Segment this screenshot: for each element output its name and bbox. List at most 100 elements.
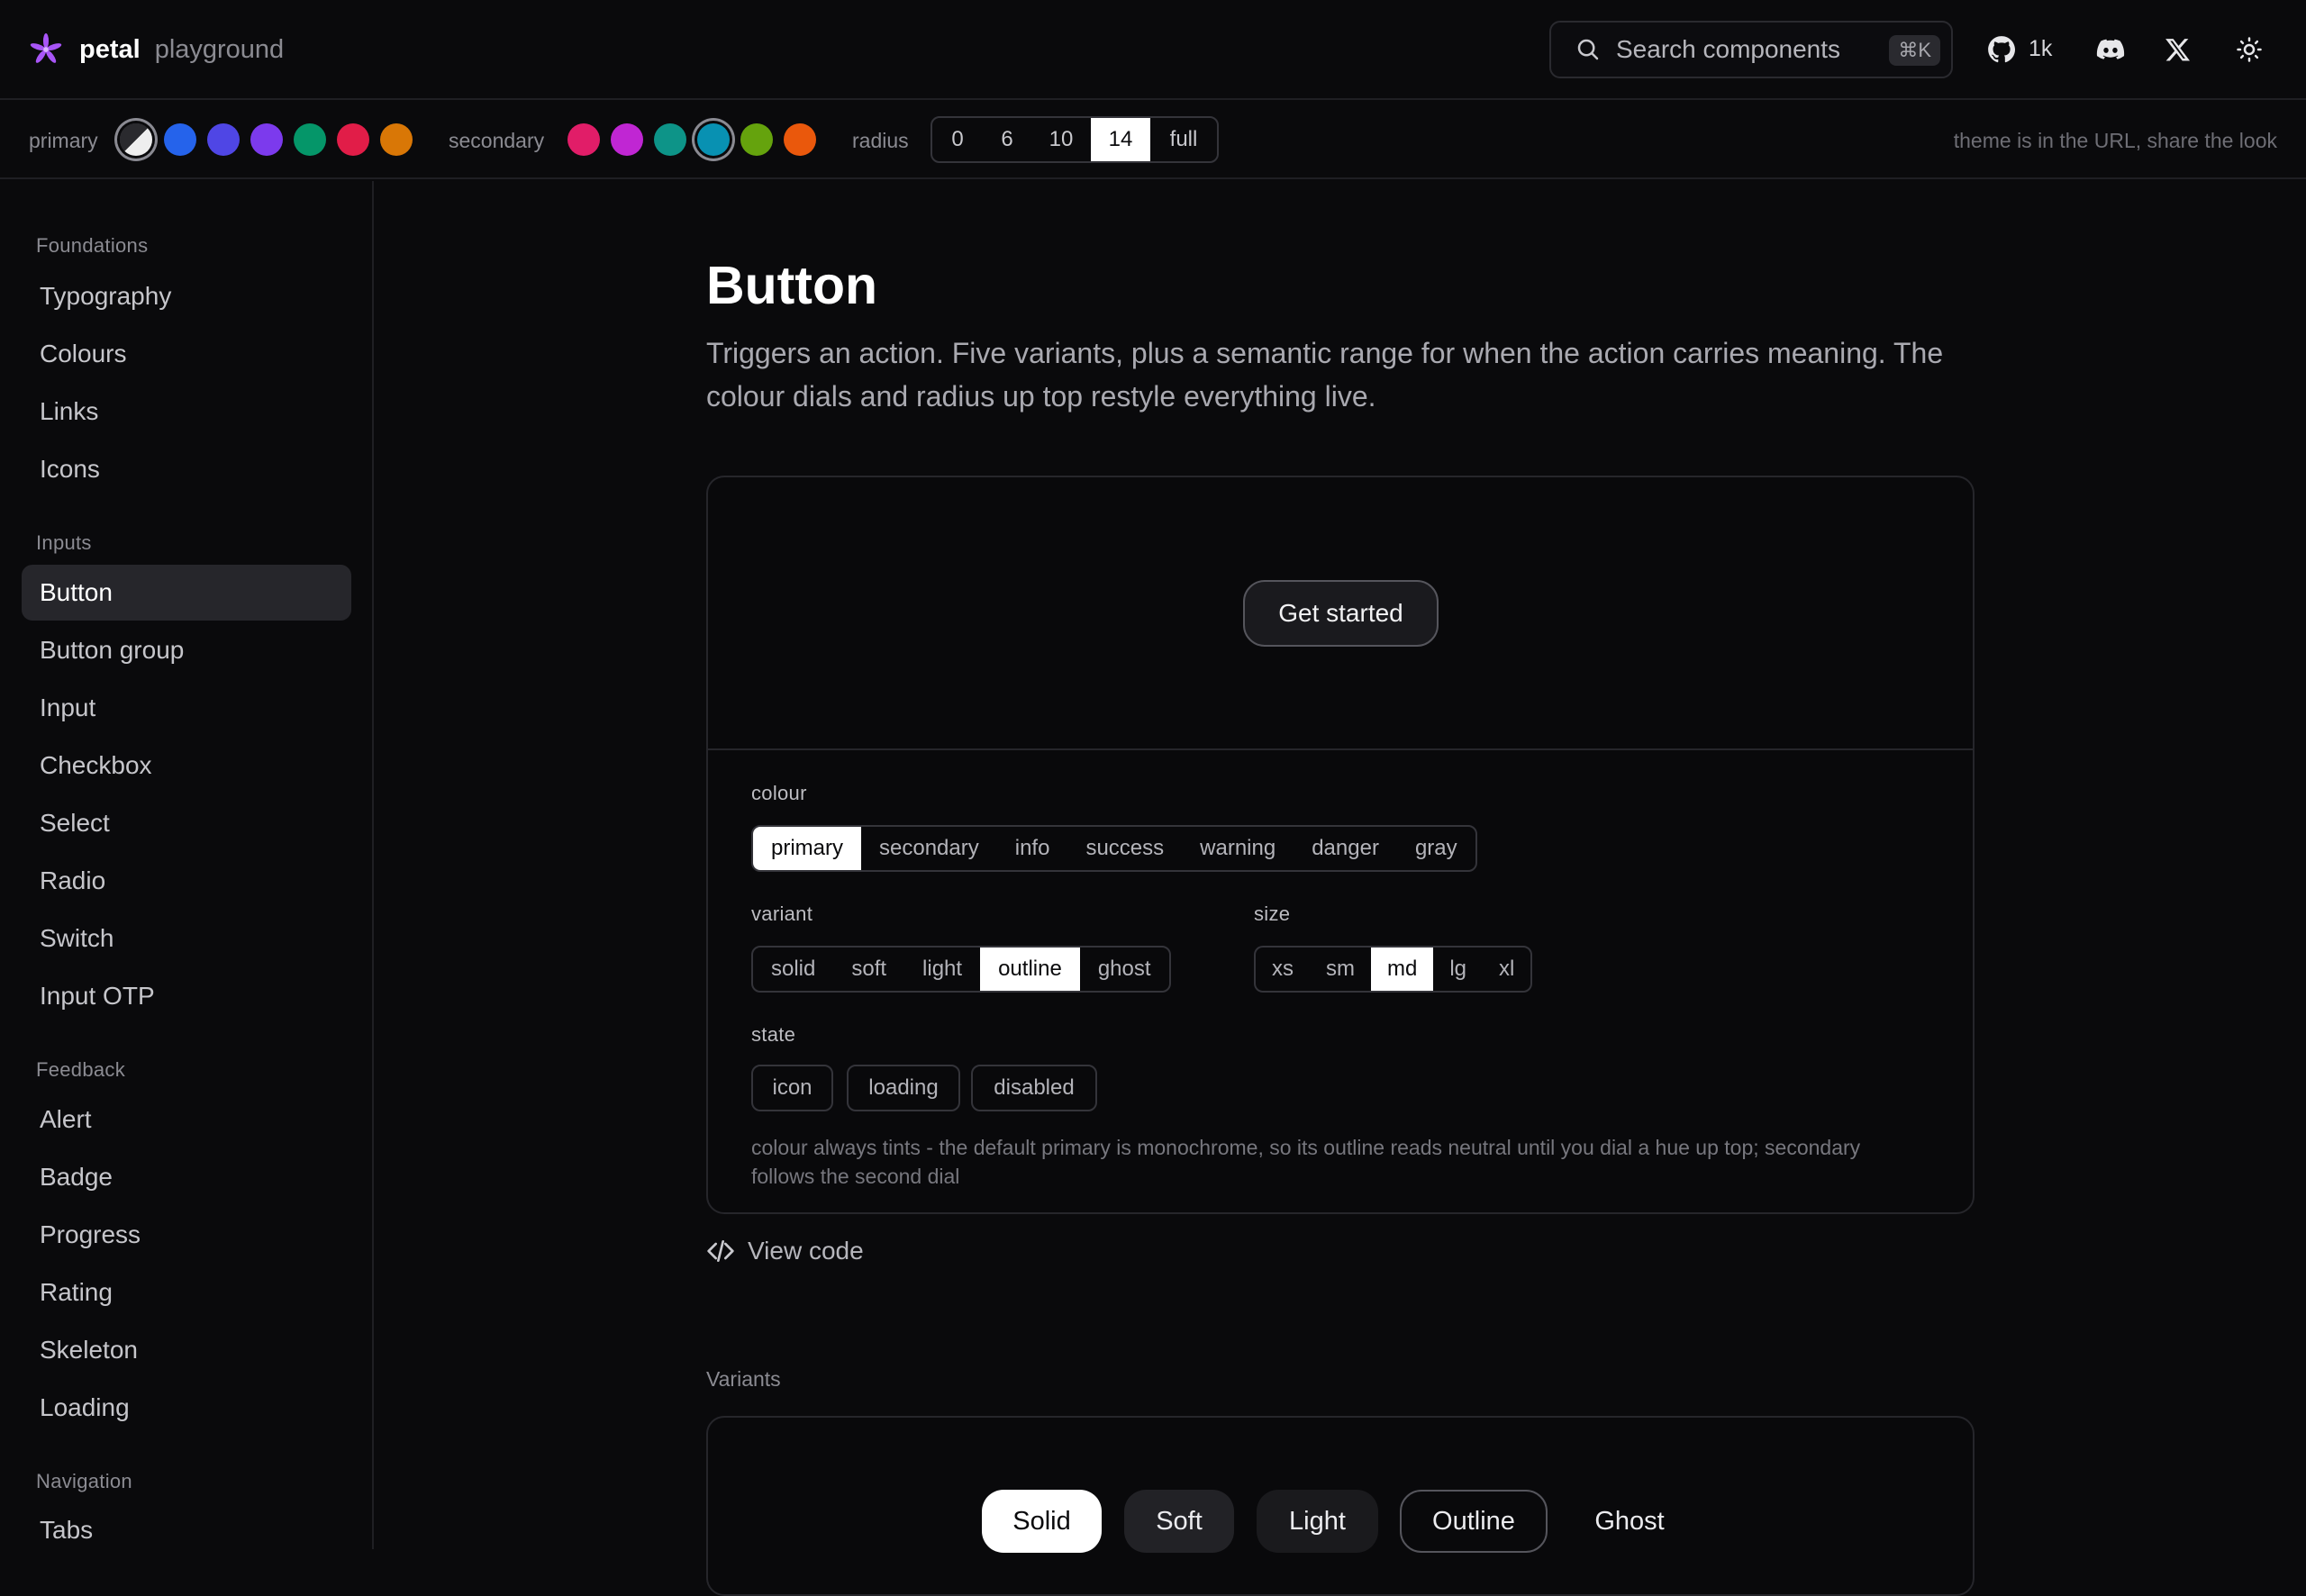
variant-option-ghost[interactable]: ghost (1080, 948, 1169, 991)
secondary-swatch-cyan[interactable] (697, 123, 730, 156)
search-placeholder: Search components (1616, 35, 1841, 63)
brand-subtitle: playground (154, 34, 285, 64)
secondary-label: secondary (449, 129, 545, 152)
state-toggle-disabled[interactable]: disabled (971, 1065, 1097, 1111)
variant-outline-button[interactable]: Outline (1400, 1490, 1548, 1553)
sidebar-item-skeleton[interactable]: Skeleton (22, 1322, 351, 1378)
variants-section-label: Variants (706, 1367, 781, 1391)
search-input[interactable]: Search components ⌘K (1549, 21, 1953, 78)
state-toggle-loading[interactable]: loading (847, 1065, 960, 1111)
github-icon[interactable] (1986, 34, 2017, 65)
colour-label: colour (751, 782, 807, 804)
sidebar-item-radio[interactable]: Radio (22, 853, 351, 909)
variant-soft-button[interactable]: Soft (1124, 1490, 1234, 1553)
sidebar-section-feedback: Feedback (36, 1058, 126, 1081)
colour-option-gray[interactable]: gray (1397, 827, 1475, 870)
sidebar-item-button-group[interactable]: Button group (22, 622, 351, 678)
page-description: Triggers an action. Five variants, plus … (706, 337, 1944, 413)
colour-option-danger[interactable]: danger (1294, 827, 1397, 870)
sidebar-item-colours[interactable]: Colours (22, 326, 351, 382)
x-icon[interactable] (2165, 36, 2192, 63)
colour-selector: primary secondary info success warning d… (751, 825, 1477, 872)
size-option-xl[interactable]: xl (1483, 948, 1530, 991)
sidebar-section-foundations: Foundations (36, 234, 149, 257)
sun-icon[interactable] (2236, 36, 2263, 63)
variant-selector: solid soft light outline ghost (751, 946, 1171, 993)
primary-swatch-indigo[interactable] (207, 123, 240, 156)
sidebar-item-button[interactable]: Button (22, 565, 351, 621)
sidebar-item-progress[interactable]: Progress (22, 1207, 351, 1263)
sidebar-item-rating[interactable]: Rating (22, 1265, 351, 1320)
variant-option-soft[interactable]: soft (833, 948, 904, 991)
state-toggle-icon[interactable]: icon (751, 1065, 833, 1111)
colour-option-info[interactable]: info (997, 827, 1068, 870)
sidebar-section-navigation: Navigation (36, 1470, 132, 1492)
size-option-sm[interactable]: sm (1310, 948, 1371, 991)
radius-option-6[interactable]: 6 (983, 118, 1031, 161)
variants-card: Solid Soft Light Outline Ghost (706, 1416, 1975, 1596)
primary-swatch-violet[interactable] (250, 123, 283, 156)
sidebar-item-checkbox[interactable]: Checkbox (22, 738, 351, 793)
secondary-swatch-orange[interactable] (784, 123, 816, 156)
variant-ghost-button[interactable]: Ghost (1566, 1490, 1693, 1553)
top-bar: petal playground Search components ⌘K 1k (0, 0, 2306, 100)
brand[interactable]: petal playground (29, 32, 284, 67)
size-option-md[interactable]: md (1371, 948, 1434, 991)
search-icon (1577, 39, 1599, 60)
preview-get-started-button[interactable]: Get started (1243, 580, 1439, 647)
variant-option-light[interactable]: light (904, 948, 980, 991)
logo-icon (30, 32, 62, 63)
sidebar-item-badge[interactable]: Badge (22, 1149, 351, 1205)
variant-label: variant (751, 902, 813, 925)
radius-label: radius (852, 129, 909, 152)
sidebar-item-select[interactable]: Select (22, 795, 351, 851)
primary-swatch-orange[interactable] (380, 123, 413, 156)
colour-option-primary[interactable]: primary (753, 827, 862, 870)
variant-option-outline[interactable]: outline (980, 948, 1080, 991)
radius-option-14[interactable]: 14 (1091, 118, 1150, 161)
size-label: size (1254, 902, 1291, 925)
sidebar-item-switch[interactable]: Switch (22, 911, 351, 966)
sidebar-item-links[interactable]: Links (22, 384, 351, 440)
primary-swatch-mono[interactable] (120, 123, 152, 156)
radius-selector: 0 6 10 14 full (931, 116, 1219, 163)
colour-option-warning[interactable]: warning (1182, 827, 1294, 870)
secondary-swatch-lime[interactable] (740, 123, 773, 156)
colour-note: colour always tints - the default primar… (751, 1136, 1861, 1188)
radius-option-full[interactable]: full (1150, 118, 1217, 161)
variant-option-solid[interactable]: solid (753, 948, 833, 991)
sidebar-item-alert[interactable]: Alert (22, 1092, 351, 1147)
code-icon (707, 1240, 734, 1262)
size-option-lg[interactable]: lg (1433, 948, 1483, 991)
secondary-swatch-teal[interactable] (654, 123, 686, 156)
discord-icon[interactable] (2095, 34, 2126, 65)
size-selector: xs sm md lg xl (1254, 946, 1533, 993)
primary-swatch-red[interactable] (337, 123, 369, 156)
sidebar-section-inputs: Inputs (36, 531, 92, 554)
variant-solid-button[interactable]: Solid (982, 1490, 1102, 1553)
view-code-link[interactable]: View code (706, 1237, 864, 1265)
size-option-xs[interactable]: xs (1256, 948, 1310, 991)
variant-light-button[interactable]: Light (1257, 1490, 1378, 1553)
secondary-swatch-fuchsia[interactable] (611, 123, 643, 156)
brand-name: petal (79, 34, 141, 64)
sidebar-item-loading[interactable]: Loading (22, 1380, 351, 1436)
github-star-count[interactable]: 1k (2029, 36, 2052, 62)
sidebar-item-tabs[interactable]: Tabs (22, 1502, 351, 1558)
state-label: state (751, 1023, 796, 1046)
sidebar-item-input[interactable]: Input (22, 680, 351, 736)
radius-option-10[interactable]: 10 (1031, 118, 1091, 161)
colour-option-success[interactable]: success (1067, 827, 1182, 870)
preview-area: Get started (708, 477, 1973, 750)
sidebar-item-icons[interactable]: Icons (22, 441, 351, 497)
radius-option-0[interactable]: 0 (932, 118, 983, 161)
primary-swatch-green[interactable] (294, 123, 326, 156)
sidebar-item-input-otp[interactable]: Input OTP (22, 968, 351, 1024)
page-title: Button (706, 256, 878, 315)
secondary-swatch-pink[interactable] (567, 123, 600, 156)
primary-label: primary (29, 129, 98, 152)
primary-swatch-blue[interactable] (164, 123, 196, 156)
colour-option-secondary[interactable]: secondary (861, 827, 997, 870)
sidebar-item-typography[interactable]: Typography (22, 268, 351, 324)
theme-url-note: theme is in the URL, share the look (1953, 129, 2277, 152)
